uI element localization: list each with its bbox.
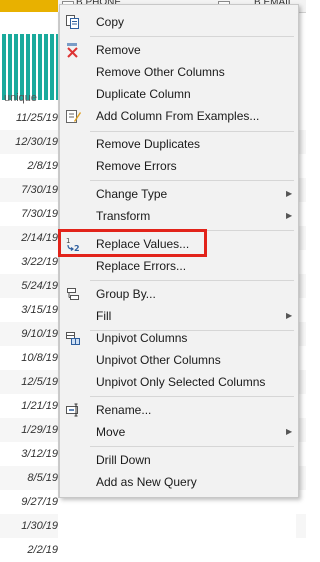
table-row[interactable]: 2/14/19: [0, 226, 58, 250]
table-row[interactable]: 1/30/19: [0, 514, 58, 538]
profile-bar: [20, 34, 24, 100]
table-row[interactable]: 3/22/19: [0, 250, 58, 274]
menu-item-label: Drill Down: [96, 453, 151, 467]
menu-item-label: Duplicate Column: [96, 87, 191, 101]
menu-item-label: Add as New Query: [96, 475, 197, 489]
column-profile: [0, 12, 60, 100]
menu-item-remove-errors[interactable]: Remove Errors: [60, 155, 298, 177]
menu-item-label: Add Column From Examples...: [96, 109, 260, 123]
menu-item-label: Remove Duplicates: [96, 137, 201, 151]
menu-item-unpivot-columns[interactable]: Unpivot Columns: [60, 327, 298, 349]
add-column-examples-icon: [65, 108, 81, 124]
table-row[interactable]: 5/24/19: [0, 274, 58, 298]
remove-icon: [65, 42, 81, 58]
menu-separator: [90, 180, 294, 181]
table-row[interactable]: 12/30/19: [0, 130, 58, 154]
profile-bar: [50, 34, 54, 100]
menu-item-label: Move: [96, 425, 126, 439]
menu-item-replace-errors[interactable]: Replace Errors...: [60, 255, 298, 277]
menu-item-label: Group By...: [96, 287, 156, 301]
table-row[interactable]: 8/5/19: [0, 466, 58, 490]
copy-icon: [65, 14, 81, 30]
menu-item-change-type[interactable]: Change Type ▶: [60, 183, 298, 205]
profile-bar: [8, 34, 12, 100]
table-row[interactable]: 2/8/19: [0, 154, 58, 178]
menu-item-drill-down[interactable]: Drill Down: [60, 449, 298, 471]
menu-separator: [90, 280, 294, 281]
menu-item-label: Replace Errors...: [96, 259, 187, 273]
menu-item-label: Unpivot Other Columns: [96, 353, 221, 367]
table-row[interactable]: 11/25/19: [0, 106, 58, 130]
submenu-arrow-icon: ▶: [286, 211, 293, 220]
submenu-arrow-icon: ▶: [286, 311, 293, 320]
menu-item-duplicate-column[interactable]: Duplicate Column: [60, 83, 298, 105]
menu-item-move[interactable]: Move ▶: [60, 421, 298, 443]
profile-bar: [44, 34, 48, 100]
menu-item-label: Change Type: [96, 187, 168, 201]
profile-bar: [14, 34, 18, 100]
table-row[interactable]: 9/10/19: [0, 322, 58, 346]
menu-item-rename[interactable]: Rename...: [60, 399, 298, 421]
group-by-icon: [65, 286, 81, 302]
menu-item-remove[interactable]: Remove: [60, 39, 298, 61]
highlight-box: [58, 229, 207, 257]
table-row[interactable]: 7/30/19: [0, 202, 58, 226]
profile-bar: [2, 34, 6, 100]
profile-bar: [38, 34, 42, 100]
menu-item-group-by[interactable]: Group By...: [60, 283, 298, 305]
rename-icon: [65, 402, 81, 418]
table-row[interactable]: 1/21/19: [0, 394, 58, 418]
menu-item-label: Remove Other Columns: [96, 65, 225, 79]
table-row[interactable]: 1/29/19: [0, 418, 58, 442]
table-row-edge: [296, 538, 306, 562]
table-row[interactable]: 3/15/19: [0, 298, 58, 322]
menu-item-copy[interactable]: Copy: [60, 11, 298, 33]
unpivot-icon: [65, 330, 81, 346]
table-row[interactable]: 7/30/19: [0, 178, 58, 202]
table-row[interactable]: 12/5/19: [0, 370, 58, 394]
menu-item-transform[interactable]: Transform ▶: [60, 205, 298, 227]
profile-unique-label: unique: [4, 92, 38, 104]
menu-item-label: Remove Errors: [96, 159, 177, 173]
menu-item-label: Copy: [96, 15, 125, 29]
menu-item-add-as-new-query[interactable]: Add as New Query: [60, 471, 298, 493]
menu-item-label: Remove: [96, 43, 141, 57]
menu-item-remove-other-columns[interactable]: Remove Other Columns: [60, 61, 298, 83]
menu-item-label: Transform: [96, 209, 151, 223]
profile-bar: [32, 34, 36, 100]
menu-item-remove-duplicates[interactable]: Remove Duplicates: [60, 133, 298, 155]
menu-item-fill[interactable]: Fill ▶: [60, 305, 298, 327]
table-row[interactable]: 3/12/19: [0, 442, 58, 466]
menu-item-label: Unpivot Only Selected Columns: [96, 375, 266, 389]
menu-item-label: Unpivot Columns: [96, 331, 188, 345]
table-row[interactable]: 10/8/19: [0, 346, 58, 370]
table-row-edge: [296, 514, 306, 538]
profile-bar: [26, 34, 30, 100]
menu-separator: [90, 396, 294, 397]
submenu-arrow-icon: ▶: [286, 427, 293, 436]
table-row[interactable]: 9/27/19: [0, 490, 58, 514]
menu-item-unpivot-only-selected-columns[interactable]: Unpivot Only Selected Columns: [60, 371, 298, 393]
menu-item-unpivot-other-columns[interactable]: Unpivot Other Columns: [60, 349, 298, 371]
menu-separator: [90, 36, 294, 37]
column-header-selected[interactable]: [0, 0, 59, 12]
menu-separator: [90, 446, 294, 447]
table-row[interactable]: 2/2/19: [0, 538, 58, 562]
menu-item-label: Fill: [96, 309, 112, 323]
menu-item-add-column-from-examples[interactable]: Add Column From Examples...: [60, 105, 298, 127]
menu-item-label: Rename...: [96, 403, 152, 417]
submenu-arrow-icon: ▶: [286, 189, 293, 198]
menu-separator: [90, 131, 294, 132]
